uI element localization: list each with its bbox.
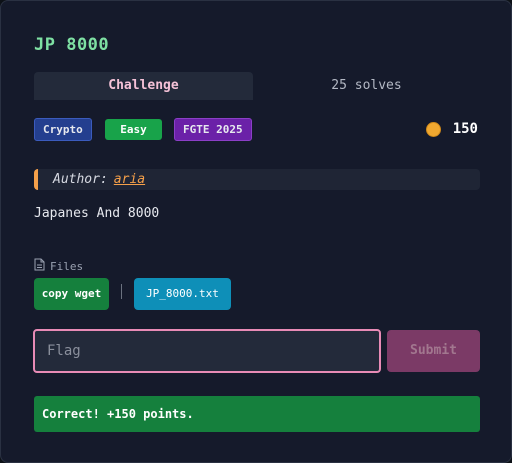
points-value: 150 — [452, 121, 478, 137]
file-icon — [34, 258, 45, 274]
category-badge: Crypto — [34, 118, 92, 141]
points-display: 150 — [425, 120, 478, 138]
flag-input[interactable] — [33, 329, 381, 373]
coin-icon — [425, 121, 441, 137]
files-label: Files — [50, 259, 84, 273]
author-label: Author: — [53, 172, 108, 187]
challenge-title: JP 8000 — [34, 35, 110, 55]
files-heading: Files — [34, 258, 83, 274]
divider — [121, 284, 122, 299]
challenge-card: JP 8000 Challenge 25 solves Crypto Easy … — [0, 0, 512, 463]
challenge-tabs: Challenge 25 solves — [34, 72, 480, 100]
event-badge: FGTE 2025 — [174, 118, 252, 141]
tab-solves[interactable]: 25 solves — [253, 72, 480, 100]
challenge-description: Japanes And 8000 — [34, 206, 160, 221]
difficulty-badge: Easy — [105, 119, 162, 140]
result-message: Correct! +150 points. — [34, 396, 480, 432]
tab-challenge[interactable]: Challenge — [34, 72, 253, 100]
copy-wget-button[interactable]: copy wget — [34, 278, 109, 310]
author-link[interactable]: aria — [114, 172, 145, 187]
submit-button[interactable]: Submit — [387, 330, 480, 372]
file-download-button[interactable]: JP_8000.txt — [134, 278, 231, 310]
author-box: Author: aria — [34, 169, 480, 190]
